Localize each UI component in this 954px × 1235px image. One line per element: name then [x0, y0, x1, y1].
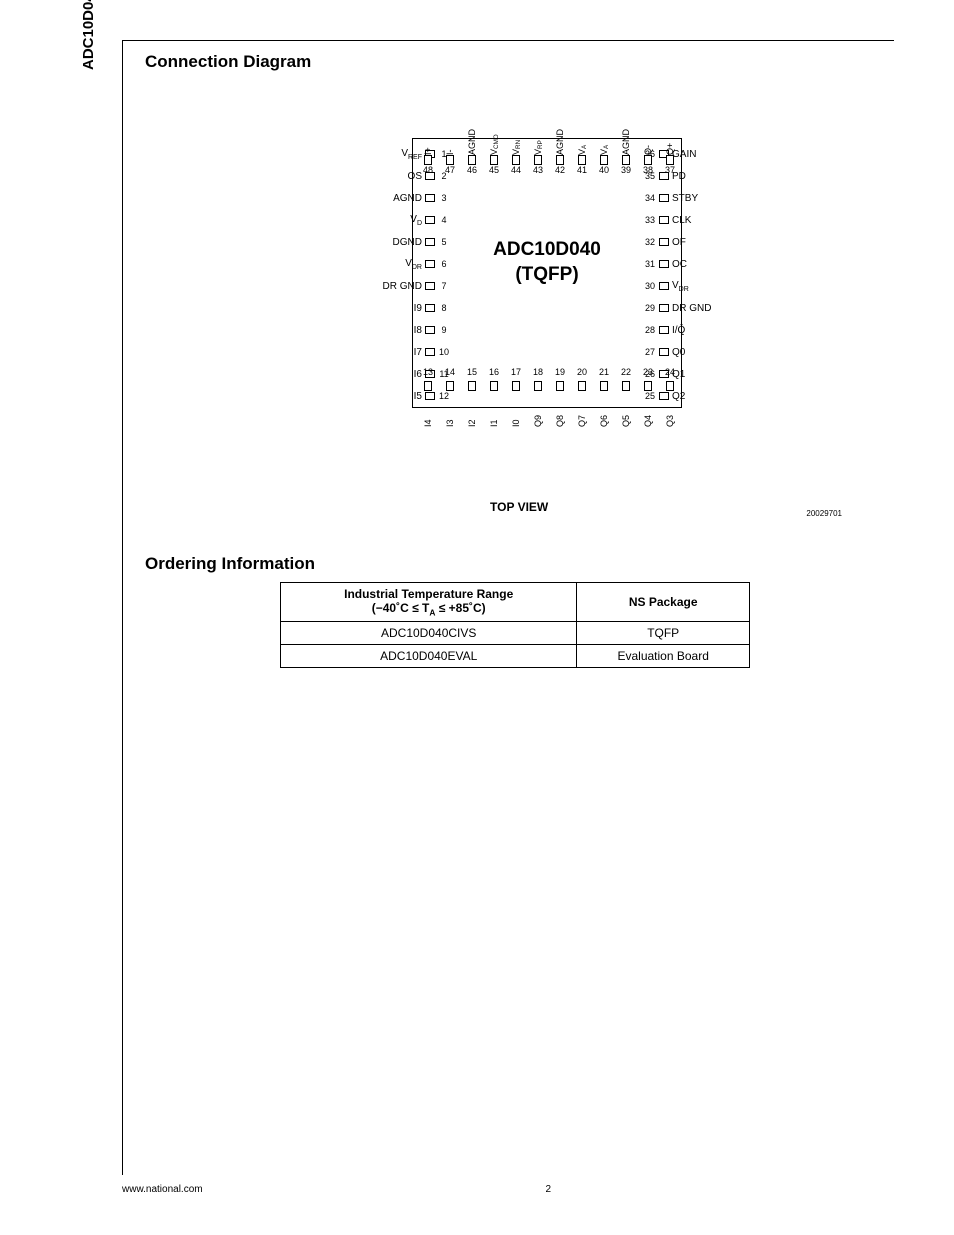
pin-48: I+48: [417, 79, 439, 179]
pin-9: I89: [353, 319, 453, 341]
pin-24: 24Q3: [659, 367, 681, 467]
sidebar-product-label: ADC10D040: [80, 0, 97, 70]
pin-7: DR GND7: [353, 275, 453, 297]
pin-34: 34STBY: [641, 187, 741, 209]
view-label: TOP VIEW: [490, 500, 548, 514]
pin-27: 27Q0: [641, 341, 741, 363]
chip-body: ADC10D040 (TQFP) VREF1OS2AGND3VD4DGND5VD…: [412, 138, 682, 408]
pin-28: 28I/Q̄: [641, 319, 741, 341]
cell-part: ADC10D040CIVS: [281, 622, 577, 645]
pin-45: VCMO45: [483, 79, 505, 179]
pin-44: VRN44: [505, 79, 527, 179]
pin-41: VA41: [571, 79, 593, 179]
pin-18: 18Q9: [527, 367, 549, 467]
pin-40: VA40: [593, 79, 615, 179]
pin-31: 31OC: [641, 253, 741, 275]
pin-14: 14I3: [439, 367, 461, 467]
pin-19: 19Q8: [549, 367, 571, 467]
cell-package: TQFP: [577, 622, 750, 645]
heading-connection-diagram: Connection Diagram: [145, 52, 311, 72]
pin-6: VDR6: [353, 253, 453, 275]
pin-37: Q+37: [659, 79, 681, 179]
pin-5: DGND5: [353, 231, 453, 253]
pin-32: 32OF: [641, 231, 741, 253]
pin-39: AGND39: [615, 79, 637, 179]
pin-38: Q-38: [637, 79, 659, 179]
pin-15: 15I2: [461, 367, 483, 467]
page-footer: www.national.com 2: [122, 1184, 894, 1195]
pin-21: 21Q6: [593, 367, 615, 467]
footer-url: www.national.com: [122, 1184, 203, 1195]
pin-10: I710: [353, 341, 453, 363]
table-header-range: Industrial Temperature Range (−40˚C ≤ TA…: [281, 583, 577, 622]
pin-16: 16I1: [483, 367, 505, 467]
connection-diagram: ADC10D040 (TQFP) VREF1OS2AGND3VD4DGND5VD…: [372, 78, 792, 498]
pin-8: I98: [353, 297, 453, 319]
pin-4: VD4: [353, 209, 453, 231]
table-row: ADC10D040EVALEvaluation Board: [281, 645, 750, 668]
pin-23: 23Q4: [637, 367, 659, 467]
pin-47: I-47: [439, 79, 461, 179]
ordering-table: Industrial Temperature Range (−40˚C ≤ TA…: [280, 582, 750, 668]
pin-30: 30VDR: [641, 275, 741, 297]
pin-13: 13I4: [417, 367, 439, 467]
cell-part: ADC10D040EVAL: [281, 645, 577, 668]
heading-ordering-information: Ordering Information: [145, 554, 315, 574]
pin-20: 20Q7: [571, 367, 593, 467]
table-row: ADC10D040CIVSTQFP: [281, 622, 750, 645]
pin-17: 17I0: [505, 367, 527, 467]
page-border-top: [122, 40, 894, 41]
pin-42: AGND42: [549, 79, 571, 179]
pin-43: VRP43: [527, 79, 549, 179]
pin-29: 29DR GND: [641, 297, 741, 319]
pin-22: 22Q5: [615, 367, 637, 467]
page-border-left: [122, 40, 123, 1175]
pin-3: AGND3: [353, 187, 453, 209]
diagram-id: 20029701: [806, 509, 842, 518]
pin-33: 33CLK: [641, 209, 741, 231]
cell-package: Evaluation Board: [577, 645, 750, 668]
pin-46: AGND46: [461, 79, 483, 179]
footer-page-number: 2: [203, 1184, 894, 1195]
table-header-package: NS Package: [577, 583, 750, 622]
